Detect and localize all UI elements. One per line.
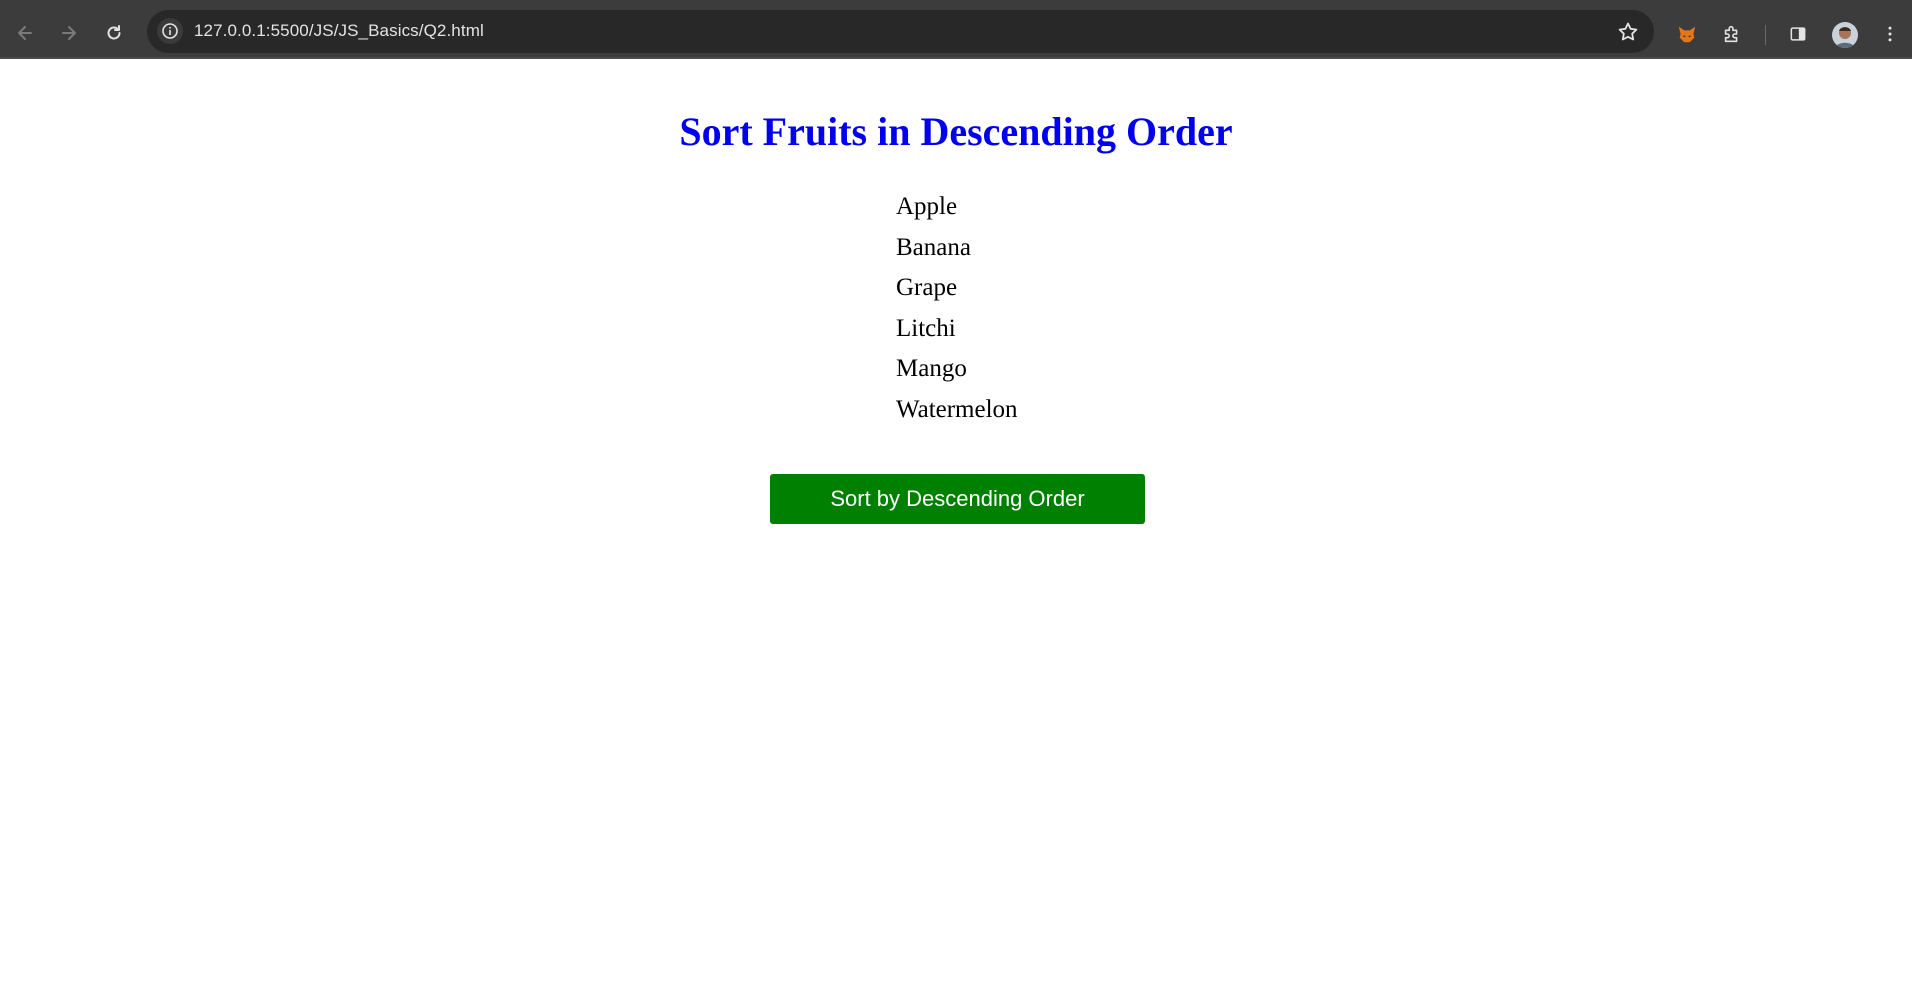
arrow-right-icon (62, 26, 76, 40)
browser-frame (0, 0, 1912, 7)
puzzle-icon[interactable] (1719, 21, 1745, 47)
browser-toolbar: 127.0.0.1:5500/JS/JS_Basics/Q2.html (0, 7, 1912, 59)
sort-descending-button[interactable]: Sort by Descending Order (770, 474, 1145, 524)
fox-extension-icon[interactable] (1674, 21, 1700, 47)
list-item: Watermelon (896, 395, 1018, 423)
toolbar-divider (1765, 25, 1766, 45)
page-title: Sort Fruits in Descending Order (679, 109, 1233, 154)
forward-button[interactable] (56, 20, 82, 46)
reload-icon (107, 25, 121, 40)
avatar[interactable] (1832, 22, 1858, 48)
site-info-button[interactable] (157, 18, 183, 44)
list-item: Apple (896, 193, 958, 220)
list-item: Grape (896, 274, 958, 301)
side-panel-icon[interactable] (1785, 21, 1811, 47)
back-button[interactable] (12, 20, 38, 46)
fruit-list: Apple Banana Grape Litchi Mango Watermel… (896, 190, 1018, 433)
arrow-left-icon (18, 26, 32, 40)
list-item: Litchi (896, 314, 956, 342)
toolbar-border (0, 57, 1912, 59)
kebab-menu-icon[interactable] (1877, 21, 1903, 47)
info-icon (162, 23, 178, 39)
address-bar[interactable]: 127.0.0.1:5500/JS/JS_Basics/Q2.html (147, 10, 1654, 53)
reload-button[interactable] (101, 20, 127, 46)
list-item: Banana (896, 233, 971, 261)
url-text[interactable]: 127.0.0.1:5500/JS/JS_Basics/Q2.html (194, 21, 484, 41)
list-item: Mango (896, 355, 967, 382)
star-icon[interactable] (1616, 20, 1640, 44)
